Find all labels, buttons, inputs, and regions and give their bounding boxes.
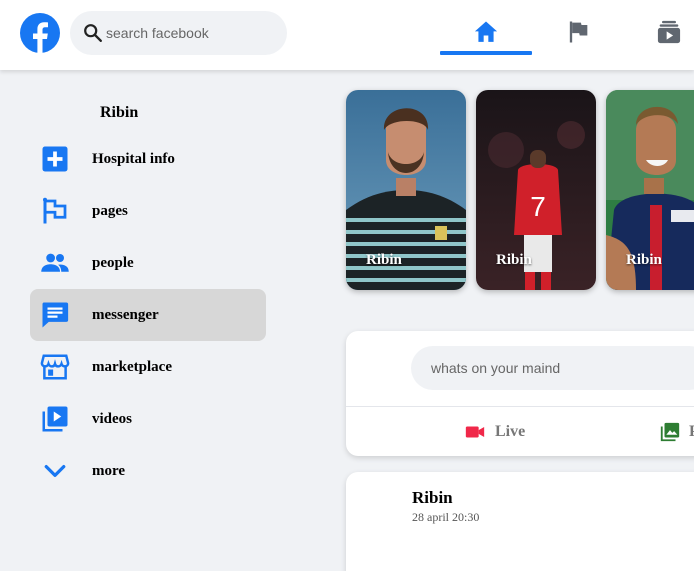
video-library-icon bbox=[40, 404, 70, 434]
sidebar-item-label: Hospital info bbox=[92, 150, 175, 167]
status-input[interactable] bbox=[411, 346, 694, 390]
left-sidebar: Ribin Hospital info pages people messeng… bbox=[0, 70, 300, 571]
sidebar-item-people[interactable]: people bbox=[30, 237, 266, 289]
tv-stack-icon bbox=[657, 20, 681, 44]
photo-library-icon bbox=[660, 422, 680, 442]
sidebar-item-label: videos bbox=[92, 410, 133, 427]
tab-watch[interactable] bbox=[645, 14, 693, 50]
sidebar-item-hospital-info[interactable]: Hospital info bbox=[30, 133, 266, 185]
sidebar-item-marketplace[interactable]: marketplace bbox=[30, 341, 266, 393]
tab-home[interactable] bbox=[462, 14, 510, 50]
story-card[interactable]: 7 Ribin bbox=[476, 90, 596, 290]
search-input[interactable] bbox=[106, 25, 276, 41]
divider bbox=[346, 406, 694, 407]
story-card[interactable]: Ribin bbox=[346, 90, 466, 290]
post-timestamp: 28 april 20:30 bbox=[412, 510, 480, 524]
live-video-button[interactable]: Live bbox=[464, 419, 525, 445]
photo-button[interactable]: P bbox=[659, 419, 694, 445]
sidebar-item-label: pages bbox=[92, 202, 128, 219]
photo-label: P bbox=[689, 423, 694, 440]
people-icon bbox=[40, 248, 70, 278]
story-image bbox=[346, 90, 466, 290]
message-icon bbox=[40, 300, 70, 330]
story-name: Ribin bbox=[366, 252, 402, 268]
flag-icon bbox=[569, 21, 588, 43]
search-bar[interactable] bbox=[70, 11, 287, 55]
story-card[interactable]: Ribin bbox=[606, 90, 694, 290]
home-icon bbox=[474, 21, 498, 42]
post-composer: Live P bbox=[346, 331, 694, 456]
story-image: 7 bbox=[476, 90, 596, 290]
video-camera-icon bbox=[465, 426, 485, 438]
sidebar-item-more[interactable]: more bbox=[30, 445, 266, 497]
store-icon bbox=[40, 352, 70, 382]
facebook-logo-icon[interactable] bbox=[20, 13, 60, 53]
sidebar-item-videos[interactable]: videos bbox=[30, 393, 266, 445]
search-icon bbox=[84, 24, 102, 42]
sidebar-item-label: messenger bbox=[92, 306, 159, 323]
flag-outline-icon bbox=[40, 196, 70, 226]
svg-text:7: 7 bbox=[530, 191, 546, 222]
sidebar-item-label: more bbox=[92, 462, 126, 479]
profile-name[interactable]: Ribin bbox=[100, 104, 138, 122]
feed-post: Ribin 28 april 20:30 bbox=[346, 472, 694, 571]
tab-pages[interactable] bbox=[554, 14, 602, 50]
sidebar-item-label: marketplace bbox=[92, 358, 172, 375]
sidebar-item-messenger[interactable]: messenger bbox=[30, 289, 266, 341]
top-bar bbox=[0, 0, 694, 70]
chevron-down-icon bbox=[40, 456, 70, 486]
plus-box-icon bbox=[40, 144, 70, 174]
sidebar-item-pages[interactable]: pages bbox=[30, 185, 266, 237]
story-name: Ribin bbox=[496, 252, 532, 268]
post-author[interactable]: Ribin bbox=[412, 488, 453, 508]
active-tab-indicator bbox=[440, 51, 532, 55]
live-label: Live bbox=[495, 423, 526, 440]
story-name: Ribin bbox=[626, 252, 662, 268]
sidebar-item-label: people bbox=[92, 254, 134, 271]
